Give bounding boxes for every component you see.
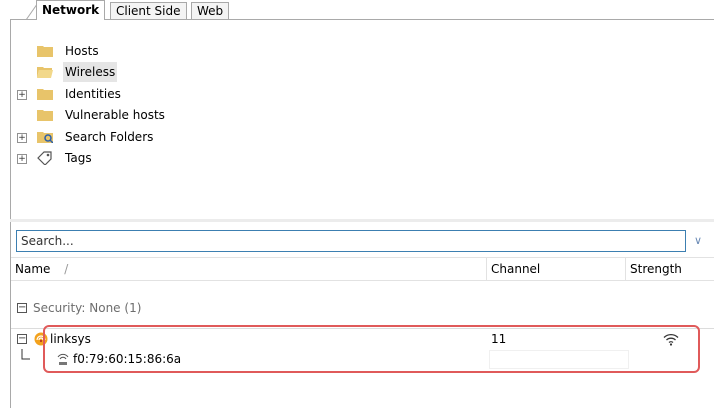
tree-item-label: Tags: [65, 151, 92, 165]
column-header-channel[interactable]: Channel: [487, 258, 627, 280]
row-channel: 11: [491, 332, 507, 346]
tab-network[interactable]: Network: [36, 0, 106, 20]
collapse-icon[interactable]: −: [17, 334, 27, 344]
chevron-down-icon[interactable]: ∨: [694, 234, 702, 247]
tree-item-label: Identities: [65, 87, 121, 101]
expand-icon[interactable]: +: [17, 154, 27, 164]
folder-icon: [37, 89, 53, 100]
table-header: Name / Channel Strength: [11, 257, 714, 281]
wifi-signal-icon: [663, 333, 679, 346]
tree-item-label: Search Folders: [65, 130, 154, 144]
wireless-client-icon: [57, 353, 69, 365]
folder-icon: [37, 110, 53, 121]
group-label: Security: None (1): [33, 301, 142, 315]
network-tree: Hosts Wireless + Identities Vulnerable h…: [10, 19, 714, 220]
search-input[interactable]: [16, 230, 686, 252]
tab-web[interactable]: Web: [191, 2, 230, 19]
folder-open-icon: [37, 67, 53, 78]
collapse-icon[interactable]: −: [17, 303, 27, 313]
view-tabs: Network Client Side Web: [10, 0, 714, 20]
column-header-strength[interactable]: Strength: [626, 258, 714, 280]
row-name: linksys: [50, 332, 91, 346]
sort-indicator: /: [64, 262, 69, 276]
folder-icon: [37, 46, 53, 57]
access-point-icon: [34, 332, 48, 346]
row-name: f0:79:60:15:86:6a: [73, 352, 182, 366]
tree-item-label: Hosts: [65, 44, 99, 58]
results-panel: ∨ Name / Channel Strength − Security: No…: [10, 222, 714, 408]
tag-icon: [37, 151, 52, 165]
tree-item-label: Vulnerable hosts: [65, 108, 165, 122]
tree-item-label: Wireless: [63, 62, 118, 82]
expand-icon[interactable]: +: [17, 133, 27, 143]
column-label: Name: [15, 262, 51, 276]
search-folder-icon: [37, 132, 53, 143]
table-row[interactable]: f0:79:60:15:86:6a: [11, 349, 714, 369]
tab-client-side[interactable]: Client Side: [110, 2, 187, 19]
table-row[interactable]: − linksys 11: [11, 328, 714, 349]
expand-icon[interactable]: +: [17, 90, 27, 100]
column-header-name[interactable]: Name /: [11, 258, 481, 280]
tree-connector: [21, 349, 30, 360]
channel-cell-empty: [489, 350, 629, 369]
